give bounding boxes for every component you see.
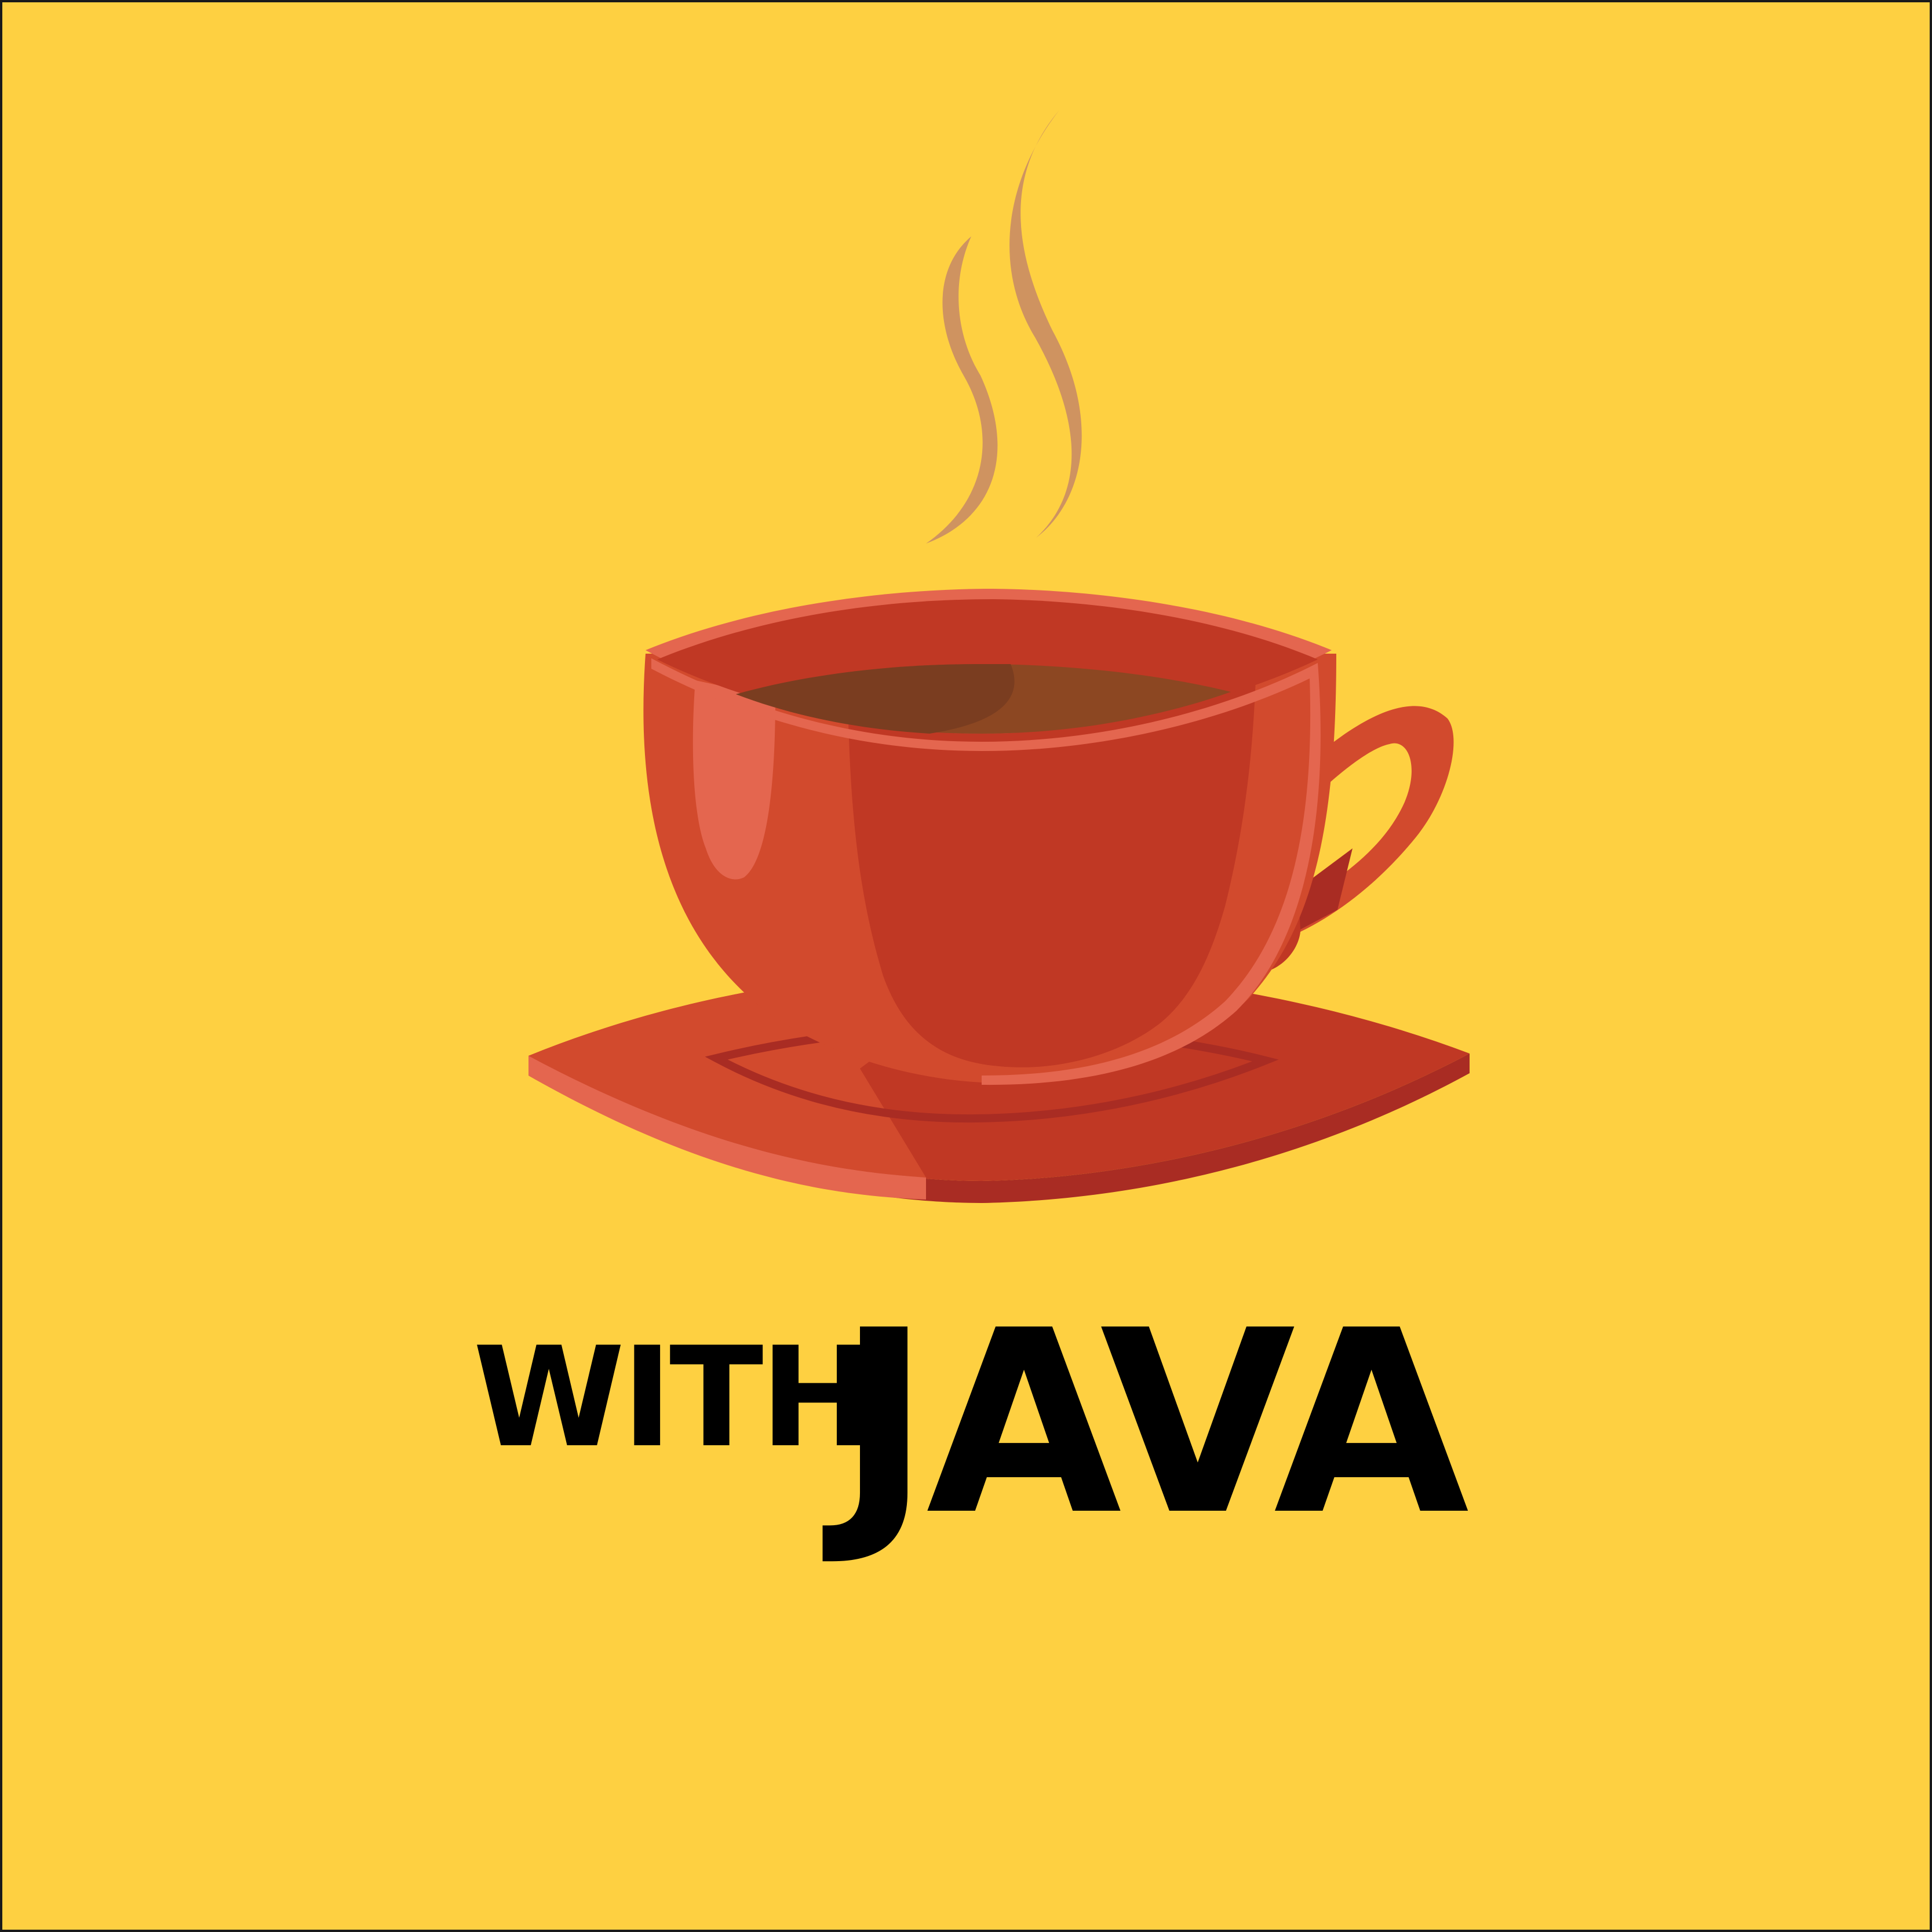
title: WITH JAVA (2, 1297, 1930, 1550)
title-with: WITH (473, 1318, 876, 1478)
poster-canvas: WITH JAVA (0, 0, 1932, 1932)
title-java: JAVA (837, 1276, 1469, 1570)
coffee-cup-illustration (2, 2, 1930, 1930)
